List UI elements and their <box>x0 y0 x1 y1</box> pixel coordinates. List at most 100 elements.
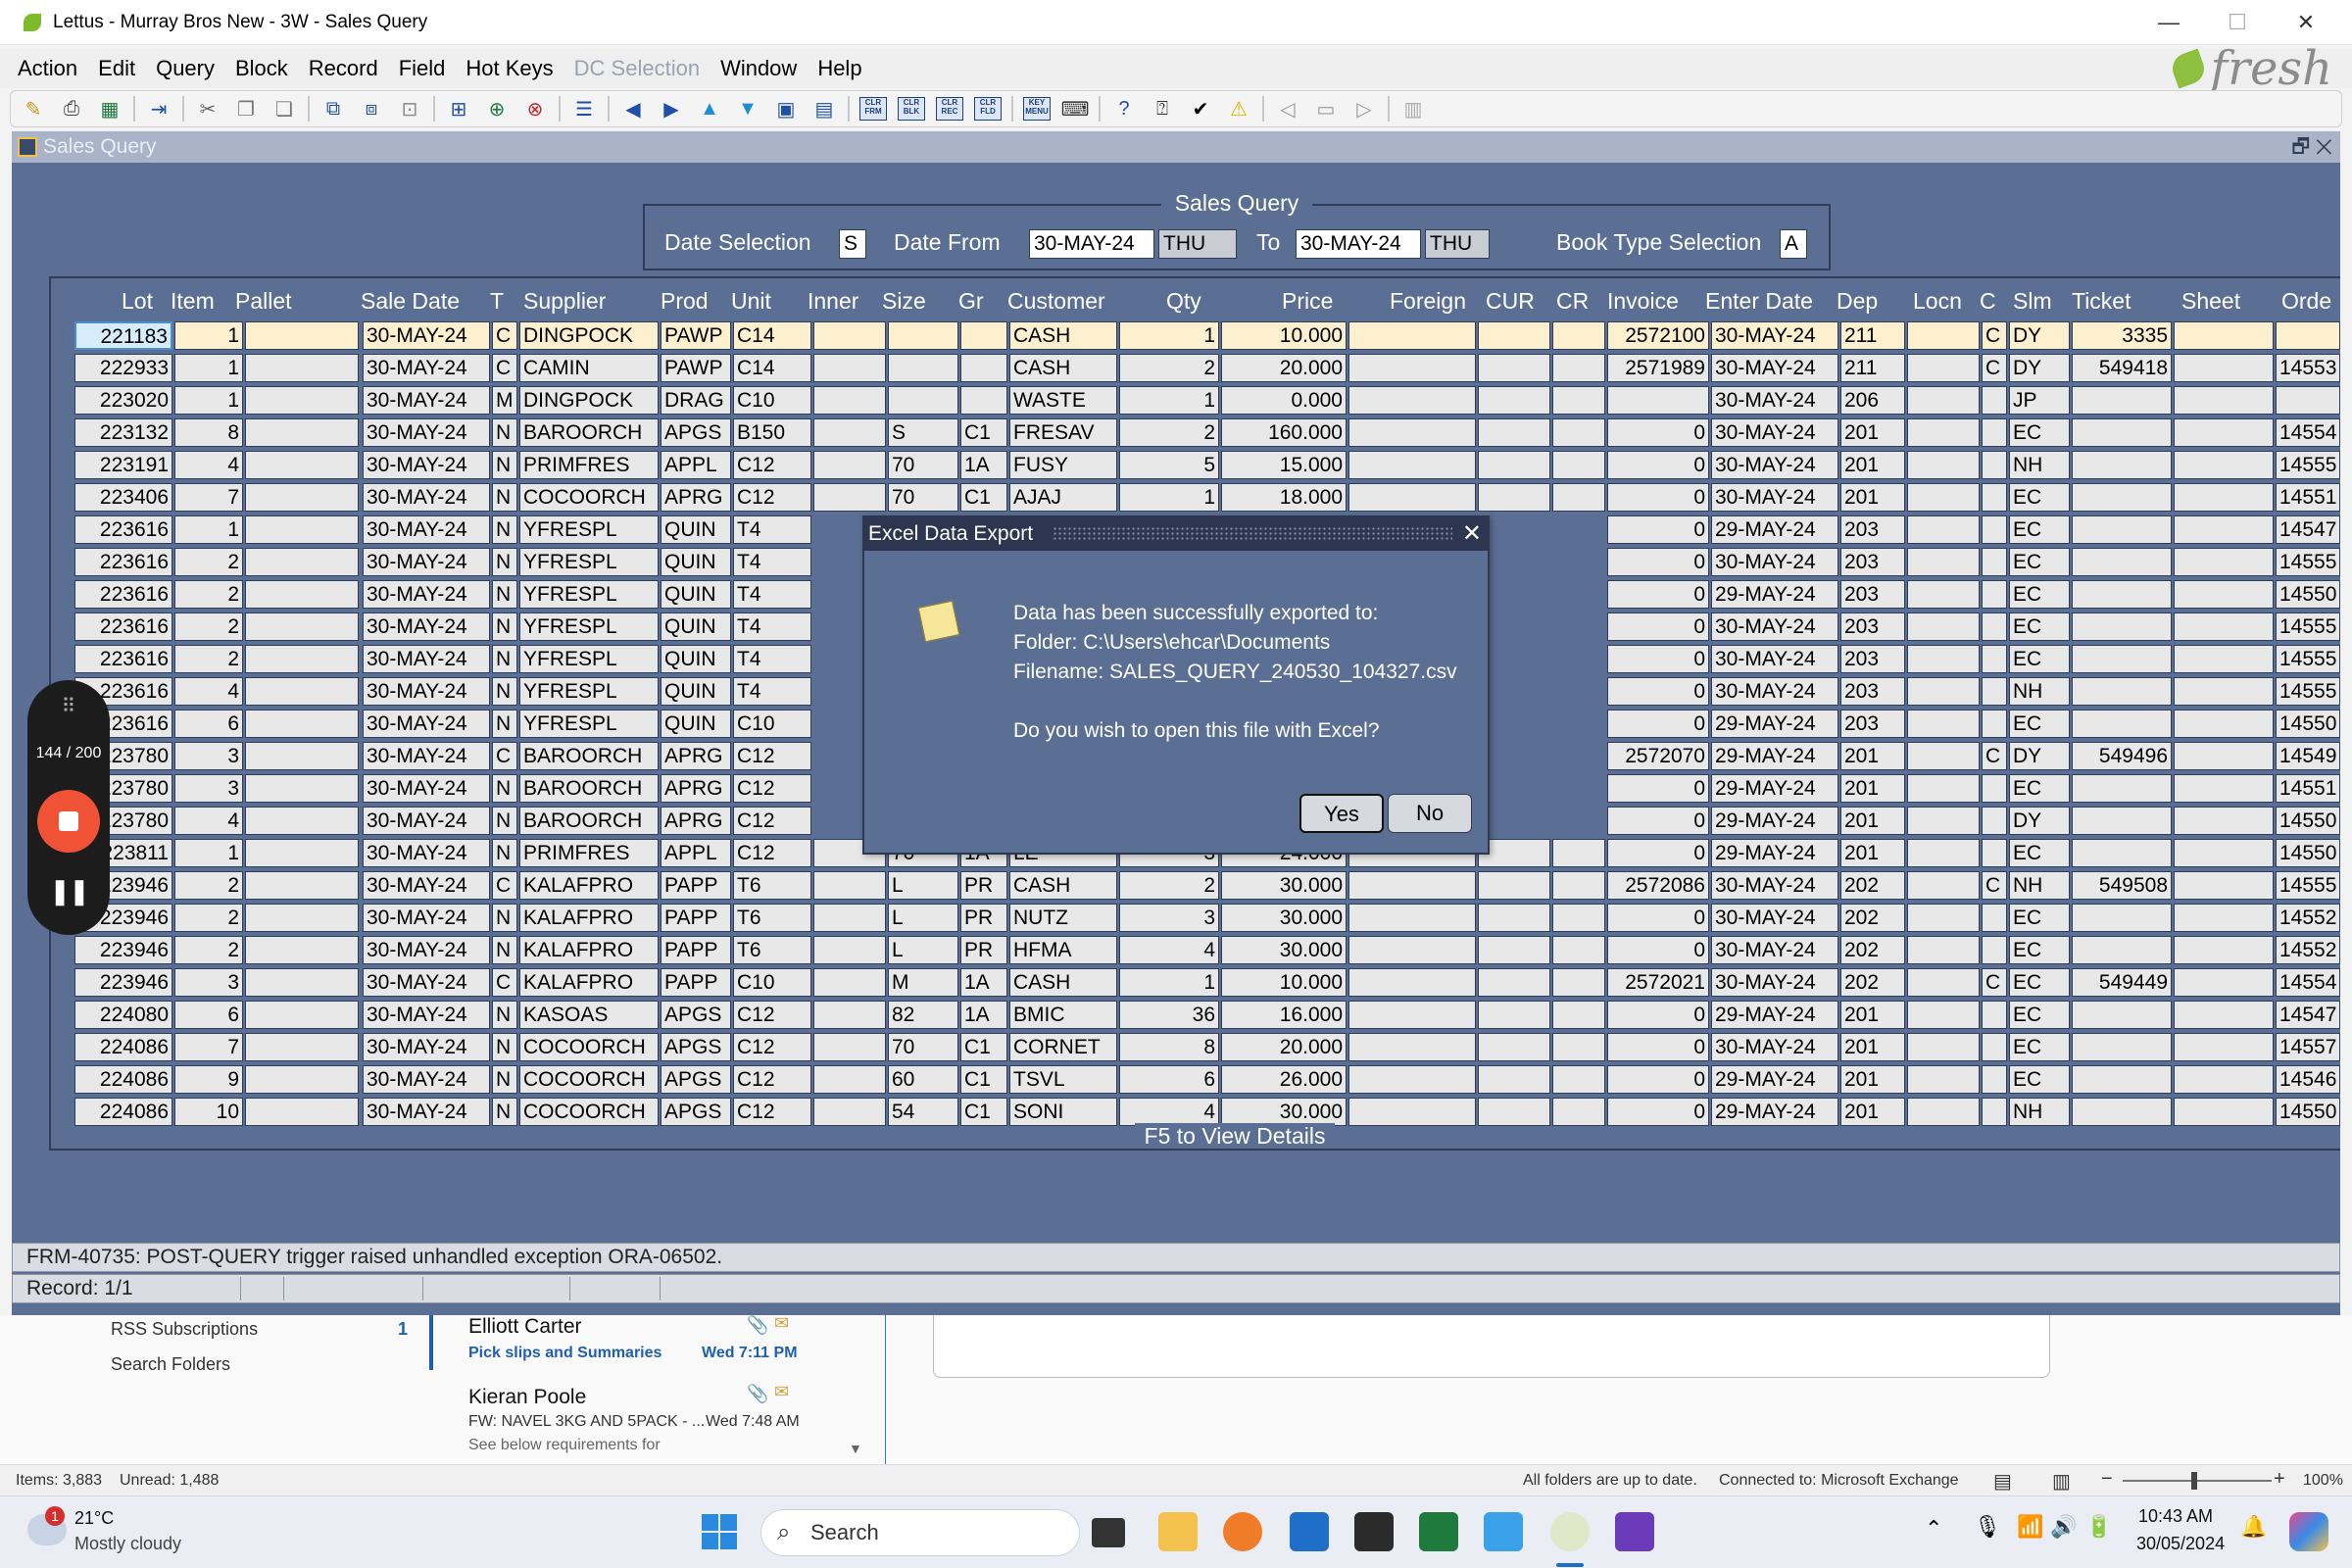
cell-invoice[interactable]: 2572070 <box>1607 742 1709 770</box>
cell-sale-date[interactable]: 30-MAY-24 <box>363 710 490 738</box>
terminal-icon[interactable] <box>1354 1512 1394 1551</box>
cell-item[interactable]: 6 <box>174 710 243 738</box>
cell-unit[interactable]: C12 <box>733 451 811 479</box>
cell-c[interactable] <box>1982 904 2007 932</box>
notepad-icon[interactable] <box>1484 1512 1523 1551</box>
cell-dep[interactable]: 202 <box>1840 871 1905 900</box>
cell-price[interactable]: 26.000 <box>1221 1065 1347 1094</box>
cell-sheet[interactable] <box>2174 612 2274 641</box>
cell-sale-date[interactable]: 30-MAY-24 <box>363 677 490 706</box>
cell-foreign[interactable] <box>1348 1033 1476 1061</box>
cell-pallet[interactable] <box>245 483 359 512</box>
cell-sale-date[interactable]: 30-MAY-24 <box>363 871 490 900</box>
cell-size[interactable]: 60 <box>888 1065 958 1094</box>
excel-export-icon[interactable]: ▦ <box>95 95 124 122</box>
clear-record-button[interactable]: CLR REC <box>935 95 964 122</box>
cell-orde[interactable]: 14549 <box>2276 742 2340 770</box>
cell-price[interactable]: 30.000 <box>1221 936 1347 964</box>
cell-t[interactable]: N <box>492 1065 517 1094</box>
cell-enter-date[interactable]: 30-MAY-24 <box>1711 483 1838 512</box>
maximize-button[interactable]: ☐ <box>2203 0 2272 45</box>
cell-lot[interactable]: 223616 <box>74 548 172 576</box>
open-folder-icon[interactable]: ✎ <box>19 95 48 122</box>
cell-gr[interactable] <box>960 354 1007 382</box>
cell-enter-date[interactable]: 29-MAY-24 <box>1711 774 1838 803</box>
cell-enter-date[interactable]: 29-MAY-24 <box>1711 807 1838 835</box>
cell-inner[interactable] <box>813 1098 886 1126</box>
cell-invoice[interactable]: 2572100 <box>1607 321 1709 350</box>
cell-item[interactable]: 7 <box>174 1033 243 1061</box>
cell-t[interactable]: C <box>492 742 517 770</box>
cell-invoice[interactable]: 0 <box>1607 774 1709 803</box>
cell-prod[interactable]: APPL <box>661 839 731 867</box>
cell-item[interactable]: 2 <box>174 645 243 673</box>
cell-t[interactable]: N <box>492 839 517 867</box>
cell-gr[interactable]: 1A <box>960 1001 1007 1029</box>
cell-locn[interactable] <box>1907 774 1980 803</box>
cell-t[interactable]: N <box>492 451 517 479</box>
cell-size[interactable]: L <box>888 871 958 900</box>
cell-c[interactable] <box>1982 1098 2007 1126</box>
cell-prod[interactable]: QUIN <box>661 677 731 706</box>
battery-icon[interactable]: 🔋 <box>2085 1514 2112 1540</box>
cell-gr[interactable]: PR <box>960 904 1007 932</box>
cell-lot[interactable]: 224086 <box>74 1065 172 1094</box>
cell-dep[interactable]: 201 <box>1840 839 1905 867</box>
cell-enter-date[interactable]: 29-MAY-24 <box>1711 839 1838 867</box>
cell-inner[interactable] <box>813 871 886 900</box>
cell-ticket[interactable] <box>2072 515 2172 544</box>
cell-enter-date[interactable]: 29-MAY-24 <box>1711 1098 1838 1126</box>
cell-item[interactable]: 2 <box>174 904 243 932</box>
cell-lot[interactable]: 223132 <box>74 418 172 447</box>
cell-gr[interactable]: C1 <box>960 483 1007 512</box>
cell-inner[interactable] <box>813 451 886 479</box>
cell-customer[interactable]: FUSY <box>1009 451 1117 479</box>
cell-prod[interactable]: PAPP <box>661 871 731 900</box>
cell-prod[interactable]: PAPP <box>661 904 731 932</box>
cell-supplier[interactable]: KALAFPRO <box>519 968 659 997</box>
cell-sheet[interactable] <box>2174 904 2274 932</box>
cell-t[interactable]: N <box>492 677 517 706</box>
cell-ticket[interactable]: 549418 <box>2072 354 2172 382</box>
cell-t[interactable]: N <box>492 515 517 544</box>
cell-unit[interactable]: T4 <box>733 580 811 609</box>
cell-enter-date[interactable]: 30-MAY-24 <box>1711 612 1838 641</box>
cell-sheet[interactable] <box>2174 936 2274 964</box>
cell-item[interactable]: 1 <box>174 321 243 350</box>
cell-qty[interactable]: 2 <box>1119 418 1219 447</box>
cell-invoice[interactable]: 0 <box>1607 710 1709 738</box>
cell-gr[interactable]: 1A <box>960 968 1007 997</box>
warning-icon[interactable]: ⚠ <box>1224 95 1253 122</box>
cell-customer[interactable]: TSVL <box>1009 1065 1117 1094</box>
cell-cr[interactable] <box>1552 871 1605 900</box>
cell-prod[interactable]: PAPP <box>661 968 731 997</box>
cell-c[interactable] <box>1982 710 2007 738</box>
cell-customer[interactable]: NUTZ <box>1009 904 1117 932</box>
cell-dep[interactable]: 203 <box>1840 677 1905 706</box>
cell-c[interactable] <box>1982 418 2007 447</box>
cell-slm[interactable]: EC <box>2009 1065 2070 1094</box>
cell-slm[interactable]: EC <box>2009 774 2070 803</box>
cell-ticket[interactable] <box>2072 386 2172 415</box>
cell-item[interactable]: 3 <box>174 968 243 997</box>
taskbar-search-box[interactable]: ⌕ Search <box>760 1509 1080 1556</box>
cell-t[interactable]: N <box>492 580 517 609</box>
cell-lot[interactable]: 223020 <box>74 386 172 415</box>
cell-cr[interactable] <box>1552 483 1605 512</box>
cell-sheet[interactable] <box>2174 677 2274 706</box>
cell-invoice[interactable]: 0 <box>1607 418 1709 447</box>
previous-record-icon[interactable]: ▲ <box>695 95 724 122</box>
cell-orde[interactable]: 14554 <box>2276 418 2340 447</box>
cell-supplier[interactable]: BAROORCH <box>519 742 659 770</box>
cell-ticket[interactable] <box>2072 936 2172 964</box>
cell-enter-date[interactable]: 30-MAY-24 <box>1711 548 1838 576</box>
cell-sheet[interactable] <box>2174 774 2274 803</box>
menu-action[interactable]: Action <box>18 56 77 81</box>
cell-lot[interactable]: 223616 <box>74 580 172 609</box>
cell-cr[interactable] <box>1552 1001 1605 1029</box>
cell-unit[interactable]: C12 <box>733 742 811 770</box>
cell-sale-date[interactable]: 30-MAY-24 <box>363 645 490 673</box>
cell-enter-date[interactable]: 29-MAY-24 <box>1711 580 1838 609</box>
cell-orde[interactable]: 14552 <box>2276 904 2340 932</box>
f1-icon[interactable]: ⍰ <box>1148 95 1177 122</box>
